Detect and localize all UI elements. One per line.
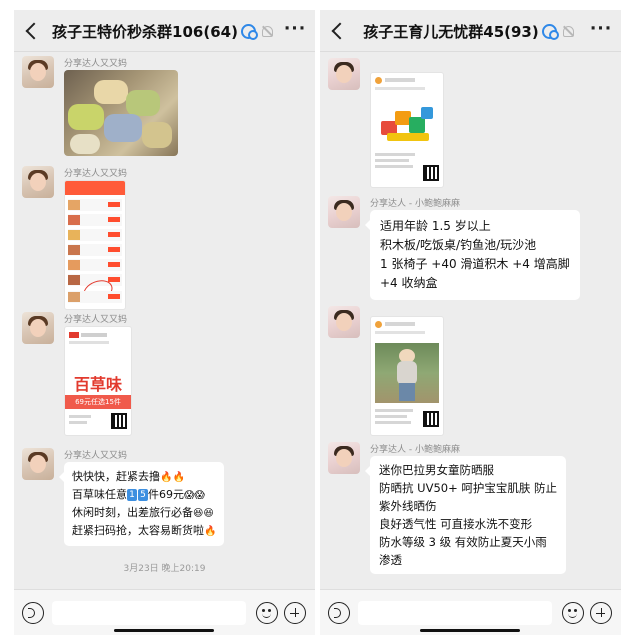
- emoji-icon[interactable]: [256, 602, 278, 624]
- scream-emoji-icon: 😱😱: [184, 490, 205, 501]
- voice-icon[interactable]: [22, 602, 44, 624]
- message-item: [328, 306, 613, 442]
- text-message-bubble[interactable]: 快快快，赶紧去撸🔥🔥 百草味任意 1 5 件69元😱😱 休闲时刻，出差旅行必备😆😆 赶…: [58, 462, 225, 546]
- fire-emoji-icon: 🔥🔥: [160, 472, 185, 483]
- avatar[interactable]: [328, 196, 360, 228]
- message-item: 分享达人又又妈 百草味 69元任选15件: [22, 312, 307, 442]
- product-card[interactable]: [370, 316, 444, 436]
- chat-header: 孩子王育儿无忧群45(93) ···: [320, 10, 621, 52]
- message-line: 件69元: [148, 488, 184, 501]
- number-badge: 1: [127, 489, 137, 501]
- chat-title: 孩子王特价秒杀群106(64): [52, 22, 238, 41]
- message-line: 适用年龄 1.5 岁以上: [380, 219, 491, 233]
- promo-poster[interactable]: 百草味 69元任选15件: [64, 326, 132, 436]
- avatar[interactable]: [22, 56, 54, 88]
- number-badge: 5: [138, 489, 148, 501]
- back-button[interactable]: [22, 20, 44, 42]
- message-line: +4 收纳盒: [380, 276, 438, 290]
- toy-blocks-image: [381, 103, 435, 143]
- promo-banner: 69元任选15件: [65, 395, 131, 409]
- message-line: 百草味任意: [72, 488, 127, 501]
- message-line: 休闲时刻，出差旅行必备: [72, 506, 193, 519]
- fire-emoji-icon: 🔥: [204, 526, 217, 537]
- message-line: 1 张椅子 +40 滑道积木 +4 增高脚: [380, 257, 570, 271]
- message-line: 防晒抗 UV50+ 呵护宝宝肌肤 防止: [379, 481, 558, 495]
- sender-name: 分享达人 - 小鲍鲍麻麻: [370, 199, 460, 209]
- more-dots-icon[interactable]: ···: [283, 20, 307, 42]
- text-message-bubble[interactable]: 适用年龄 1.5 岁以上 积木板/吃饭桌/钓鱼池/玩沙池 1 张椅子 +40 滑…: [365, 210, 580, 300]
- emoji-icon[interactable]: [562, 602, 584, 624]
- plus-icon[interactable]: [284, 602, 306, 624]
- more-dots-icon[interactable]: ···: [589, 20, 613, 42]
- message-item: [328, 58, 613, 190]
- brand-logo: 百草味: [73, 375, 122, 394]
- home-indicator: [114, 629, 214, 632]
- voice-icon[interactable]: [328, 602, 350, 624]
- product-card[interactable]: [370, 72, 444, 188]
- chat-window-right: 孩子王育儿无忧群45(93) ··· 分享达人 - 小鲍鲍麻麻 适用年龄 1.5…: [320, 10, 621, 635]
- group-chat-icon: [541, 23, 559, 40]
- qr-code: [423, 165, 439, 181]
- mute-bell-icon: [261, 25, 273, 37]
- home-indicator: [420, 629, 520, 632]
- qr-code: [423, 411, 439, 427]
- message-item: 分享达人 - 小鲍鲍麻麻 适用年龄 1.5 岁以上 积木板/吃饭桌/钓鱼池/玩沙…: [328, 196, 613, 306]
- sender-name: 分享达人又又妈: [64, 169, 128, 179]
- input-bar: [14, 589, 315, 635]
- message-line: 积木板/吃饭桌/钓鱼池/玩沙池: [380, 238, 537, 252]
- message-line: 迷你巴拉男女童防晒服: [379, 463, 494, 477]
- chat-title-area[interactable]: 孩子王育儿无忧群45(93): [354, 20, 583, 42]
- message-item: 分享达人又又妈 快快快，赶紧去撸🔥🔥 百草味任意 1 5 件69元😱😱 休闲时刻，出差…: [22, 448, 307, 558]
- avatar[interactable]: [22, 448, 54, 480]
- sender-name: 分享达人又又妈: [64, 59, 128, 69]
- product-photo[interactable]: [64, 70, 178, 156]
- sender-name: 分享达人 - 小鲍鲍麻麻: [370, 445, 460, 455]
- text-message-bubble[interactable]: 迷你巴拉男女童防晒服 防晒抗 UV50+ 呵护宝宝肌肤 防止 紫外线晒伤 良好透…: [364, 456, 567, 574]
- smile-emoji-icon: 😆😆: [193, 508, 214, 519]
- avatar[interactable]: [22, 312, 54, 344]
- chat-window-left: 孩子王特价秒杀群106(64) ··· 分享达人又又妈 分享达人又又妈 分享达人…: [14, 10, 315, 635]
- message-line: 渗透: [379, 553, 402, 567]
- avatar[interactable]: [328, 306, 360, 338]
- message-input[interactable]: [358, 601, 552, 625]
- sender-name: 分享达人又又妈: [64, 451, 128, 461]
- message-item: 分享达人 - 小鲍鲍麻麻 迷你巴拉男女童防晒服 防晒抗 UV50+ 呵护宝宝肌肤…: [328, 442, 613, 592]
- qr-code: [111, 413, 127, 429]
- sender-name: 分享达人又又妈: [64, 315, 128, 325]
- shopping-screenshot[interactable]: [64, 180, 126, 310]
- message-line: 良好透气性 可直接水洗不变形: [379, 517, 533, 531]
- message-input[interactable]: [52, 601, 246, 625]
- message-line: 赶紧扫码抢，太容易断货啦: [72, 524, 204, 537]
- chat-header: 孩子王特价秒杀群106(64) ···: [14, 10, 315, 52]
- avatar[interactable]: [328, 442, 360, 474]
- message-line: 防水等级 3 级 有效防止夏天小雨: [379, 535, 547, 549]
- message-item: 分享达人又又妈: [22, 166, 307, 316]
- message-line: 紫外线晒伤: [379, 499, 437, 513]
- input-bar: [320, 589, 621, 635]
- back-button[interactable]: [328, 20, 350, 42]
- chat-title-area[interactable]: 孩子王特价秒杀群106(64): [48, 20, 277, 42]
- kid-clothing-photo: [375, 343, 439, 403]
- message-line: 快快快，赶紧去撸: [72, 470, 160, 483]
- plus-icon[interactable]: [590, 602, 612, 624]
- group-chat-icon: [240, 23, 258, 40]
- avatar[interactable]: [328, 58, 360, 90]
- message-item: 分享达人又又妈: [22, 56, 307, 168]
- avatar[interactable]: [22, 166, 54, 198]
- message-timestamp: 3月23日 晚上20:19: [123, 564, 206, 574]
- mute-bell-icon: [562, 25, 574, 37]
- chat-title: 孩子王育儿无忧群45(93): [363, 22, 539, 41]
